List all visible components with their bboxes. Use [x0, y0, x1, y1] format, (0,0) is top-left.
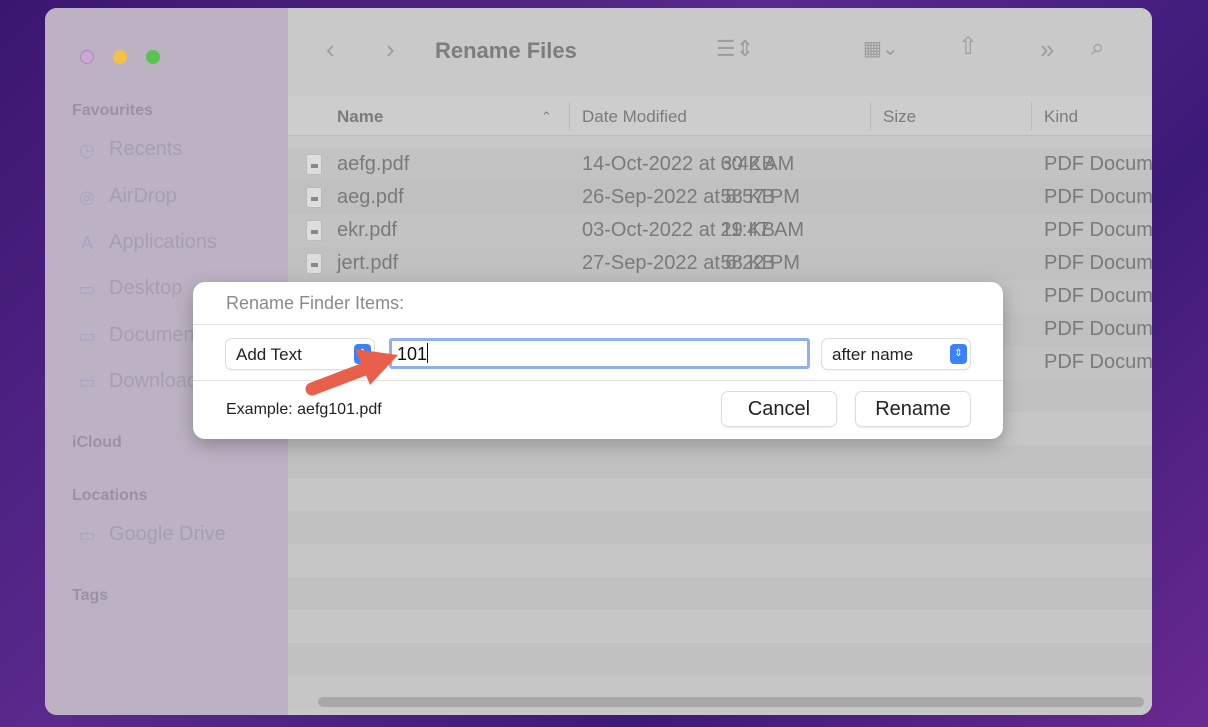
sidebar-section-locations: Locations — [72, 487, 148, 504]
share-icon[interactable]: ⇧ — [958, 32, 978, 61]
rename-button[interactable]: Rename — [856, 392, 970, 426]
file-row[interactable]: aefg.pdf 14-Oct-2022 at 3:42 AM 60 KB PDF D… — [288, 148, 1152, 181]
sidebar-section-tags: Tags — [72, 587, 109, 604]
pdf-file-icon — [306, 187, 322, 208]
column-header: Name ⌃ Date Modified Size Kind — [288, 96, 1152, 136]
sidebar-item-airdrop[interactable]: ◎ AirDrop — [75, 185, 177, 208]
folder-icon: ▭ — [78, 278, 96, 299]
list-view-icon[interactable]: ☰⇕ — [716, 36, 754, 62]
horizontal-scrollbar[interactable] — [318, 697, 1144, 707]
search-icon[interactable]: ⌕ — [1091, 34, 1104, 62]
pdf-file-icon — [306, 154, 322, 175]
toolbar: ‹ › Rename Files ☰⇕ ▦⌄ ⇧ » ⌕ — [288, 8, 1152, 96]
column-name[interactable]: Name — [337, 107, 383, 127]
sidebar-section-favourites: Favourites — [72, 102, 153, 119]
more-icon[interactable]: » — [1040, 34, 1054, 65]
pdf-file-icon — [306, 220, 322, 241]
column-date-modified[interactable]: Date Modified — [582, 107, 687, 127]
dialog-title: Rename Finder Items: — [226, 293, 405, 313]
folder-icon: ▭ — [78, 524, 96, 545]
text-position-select[interactable]: after name ⇕ — [822, 339, 970, 369]
zoom-window-button[interactable] — [146, 50, 160, 64]
add-text-input[interactable]: 101 — [389, 338, 810, 369]
window-title: Rename Files — [435, 38, 577, 63]
sidebar-item-google-drive[interactable]: ▭ Google Drive — [75, 523, 225, 546]
sidebar-item-documents[interactable]: ▭ Documents — [75, 324, 210, 347]
sidebar-item-downloads[interactable]: ▭ Downloads — [75, 370, 207, 393]
folder-icon: ▭ — [78, 371, 96, 392]
sidebar-section-icloud: iCloud — [72, 434, 122, 451]
minimize-window-button[interactable] — [113, 50, 127, 64]
clock-icon: ◷ — [79, 139, 95, 160]
close-window-button[interactable] — [80, 50, 94, 64]
column-size[interactable]: Size — [883, 107, 916, 127]
airdrop-icon: ◎ — [79, 186, 95, 207]
pdf-file-icon — [306, 253, 322, 274]
file-row[interactable]: ekr.pdf 03-Oct-2022 at 11:47 AM 29 KB PDF D… — [288, 214, 1152, 247]
file-row[interactable]: jert.pdf 27-Sep-2022 at 6:22 PM 58 KB PDF D… — [288, 247, 1152, 280]
folder-icon: ▭ — [78, 325, 96, 346]
sidebar-item-recents[interactable]: ◷ Recents — [75, 138, 182, 161]
annotation-arrow-icon — [305, 349, 398, 396]
forward-button[interactable]: › — [386, 34, 395, 65]
chevron-updown-icon: ⇕ — [950, 344, 967, 364]
file-row[interactable]: aeg.pdf 26-Sep-2022 at 8:57 PM 58 KB PDF Do… — [288, 181, 1152, 214]
cancel-button[interactable]: Cancel — [722, 392, 836, 426]
sidebar-item-applications[interactable]: A Applications — [75, 231, 217, 254]
applications-icon: A — [80, 232, 93, 253]
sidebar-item-desktop[interactable]: ▭ Desktop — [75, 277, 182, 300]
column-kind[interactable]: Kind — [1044, 107, 1078, 127]
back-button[interactable]: ‹ — [326, 34, 335, 65]
sort-ascending-icon: ⌃ — [541, 109, 552, 124]
group-icon[interactable]: ▦⌄ — [863, 36, 899, 61]
